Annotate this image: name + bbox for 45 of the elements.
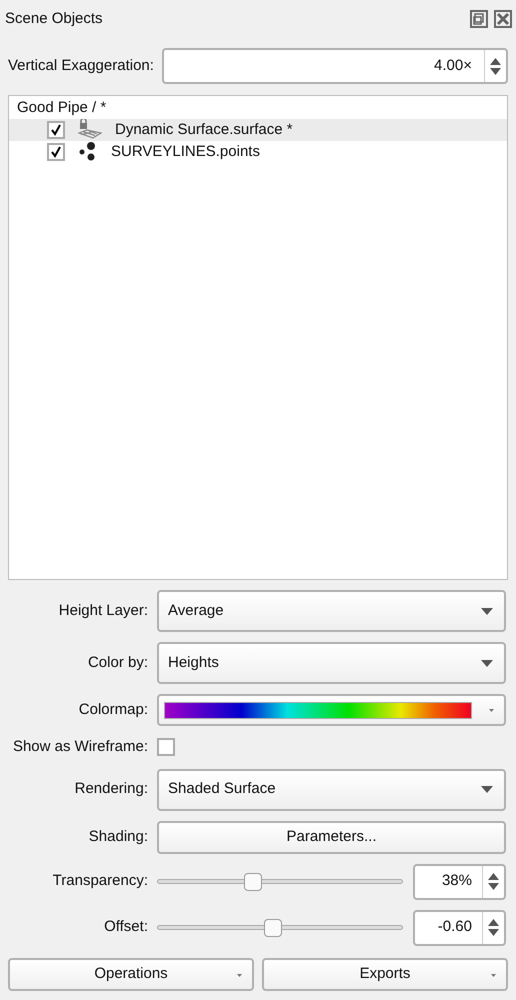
- dropdown[interactable]: Average: [157, 590, 506, 632]
- checkbox[interactable]: [157, 738, 175, 756]
- caret-icon: [481, 660, 493, 666]
- field-label: Height Layer:: [58, 600, 148, 621]
- caret-icon: [237, 974, 242, 976]
- field-label: Color by:: [86, 652, 148, 673]
- colormap-dropdown[interactable]: [157, 694, 506, 726]
- slider[interactable]: [157, 918, 403, 938]
- slider[interactable]: [157, 872, 403, 892]
- caret-icon: [481, 608, 493, 614]
- tree-item[interactable]: Dynamic Surface.surface *: [9, 119, 507, 141]
- parameters-button[interactable]: Parameters...: [157, 820, 506, 854]
- field-label: Transparency:: [52, 871, 148, 892]
- slider-thumb[interactable]: [264, 918, 282, 936]
- dropdown[interactable]: Heights: [157, 642, 506, 684]
- field-label: Show as Wireframe:: [12, 737, 148, 757]
- menu-button[interactable]: Exports: [262, 958, 508, 990]
- field-label: Vertical Exaggeration:: [8, 56, 154, 76]
- checkbox[interactable]: [47, 121, 65, 139]
- tree-item[interactable]: Good Pipe / *: [9, 97, 507, 119]
- spin-down-icon[interactable]: [488, 883, 499, 890]
- spin-up-icon[interactable]: [488, 919, 499, 926]
- caret-icon: [491, 974, 496, 976]
- field-label: Shading:: [88, 826, 148, 847]
- field-label: Rendering:: [74, 779, 148, 800]
- spin-up-icon[interactable]: [490, 58, 501, 64]
- dropdown[interactable]: Shaded Surface: [157, 768, 506, 810]
- field-label: Colormap:: [78, 700, 148, 720]
- spin-up-icon[interactable]: [488, 873, 499, 880]
- field-label: Offset:: [103, 917, 148, 938]
- spin-down-icon[interactable]: [490, 68, 501, 74]
- spin-box[interactable]: 4.00×: [162, 48, 508, 84]
- checkbox[interactable]: [47, 143, 65, 161]
- spin-down-icon[interactable]: [488, 929, 499, 936]
- float-icon[interactable]: [470, 10, 488, 28]
- spin-box[interactable]: -0.60: [413, 910, 506, 946]
- tree-item[interactable]: SURVEYLINES.points: [9, 141, 507, 163]
- caret-icon: [481, 786, 493, 793]
- menu-button[interactable]: Operations: [8, 958, 254, 990]
- spin-box[interactable]: 38%: [413, 864, 506, 900]
- slider-thumb[interactable]: [244, 872, 262, 890]
- caret-icon: [489, 708, 494, 712]
- close-icon[interactable]: [494, 10, 512, 28]
- panel-title: Scene Objects: [5, 8, 103, 29]
- lock-grid-icon: [77, 119, 103, 141]
